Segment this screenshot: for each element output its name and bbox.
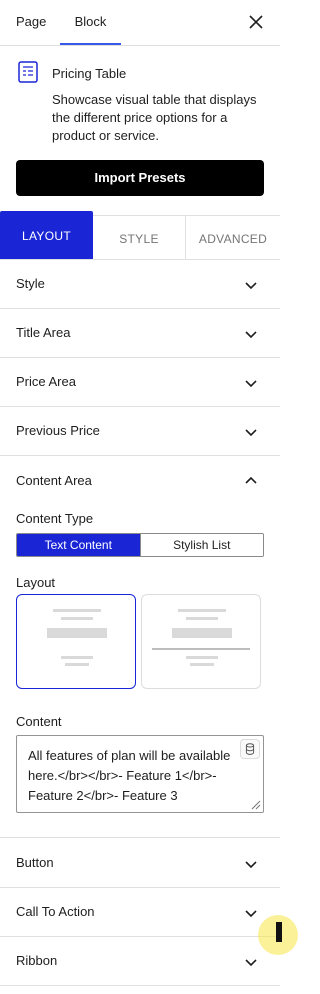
- tab-block[interactable]: Block: [60, 0, 121, 45]
- close-icon[interactable]: [246, 12, 266, 32]
- chevron-up-icon[interactable]: [244, 474, 258, 488]
- mouse-cursor: [276, 922, 282, 942]
- chevron-down-icon: [245, 380, 257, 388]
- section-button[interactable]: Button: [0, 839, 280, 888]
- layout-option-2[interactable]: [141, 594, 261, 689]
- layout-option-1[interactable]: [16, 594, 136, 689]
- section-style[interactable]: Style: [0, 260, 280, 309]
- content-type-toggle: Text Content Stylish List: [16, 533, 264, 557]
- tab-page[interactable]: Page: [16, 0, 46, 45]
- section-label: Button: [16, 855, 54, 870]
- section-label: Call To Action: [16, 904, 95, 919]
- content-type-label: Content Type: [16, 511, 94, 526]
- layout-label: Layout: [16, 575, 56, 590]
- chevron-down-icon: [245, 910, 257, 918]
- block-card: Pricing Table Showcase visual table that…: [0, 46, 280, 156]
- tab-layout[interactable]: LAYOUT: [0, 211, 93, 259]
- chevron-down-icon: [245, 429, 257, 437]
- chevron-down-icon: [245, 959, 257, 967]
- section-label[interactable]: Content Area: [16, 473, 92, 488]
- content-textarea[interactable]: All features of plan will be available h…: [16, 735, 264, 813]
- content-label: Content: [16, 714, 62, 729]
- section-previous-price[interactable]: Previous Price: [0, 407, 280, 456]
- block-title: Pricing Table: [52, 66, 127, 81]
- section-label: Previous Price: [16, 423, 100, 438]
- sidebar-header-tabs: Page Block: [0, 0, 280, 46]
- section-label: Price Area: [16, 374, 76, 389]
- database-icon[interactable]: [240, 739, 260, 759]
- section-price-area[interactable]: Price Area: [0, 358, 280, 407]
- block-description: Showcase visual table that displays the …: [52, 92, 257, 143]
- section-label: Style: [16, 276, 45, 291]
- tab-advanced[interactable]: ADVANCED: [186, 215, 280, 259]
- section-label: Title Area: [16, 325, 71, 340]
- panel-tabs: LAYOUT STYLE ADVANCED: [0, 211, 280, 260]
- tab-style[interactable]: STYLE: [93, 215, 186, 259]
- chevron-down-icon: [245, 861, 257, 869]
- section-title-area[interactable]: Title Area: [0, 309, 280, 358]
- pricing-table-icon: [18, 61, 38, 83]
- import-presets-button[interactable]: Import Presets: [16, 160, 264, 196]
- content-type-text-content[interactable]: Text Content: [17, 534, 140, 556]
- content-text: All features of plan will be available h…: [28, 748, 231, 803]
- section-label: Ribbon: [16, 953, 58, 968]
- chevron-down-icon: [245, 282, 257, 290]
- chevron-down-icon: [245, 331, 257, 339]
- section-call-to-action[interactable]: Call To Action: [0, 888, 280, 937]
- resize-handle-icon[interactable]: [249, 798, 261, 810]
- content-type-stylish-list[interactable]: Stylish List: [139, 534, 263, 556]
- section-ribbon[interactable]: Ribbon: [0, 937, 280, 986]
